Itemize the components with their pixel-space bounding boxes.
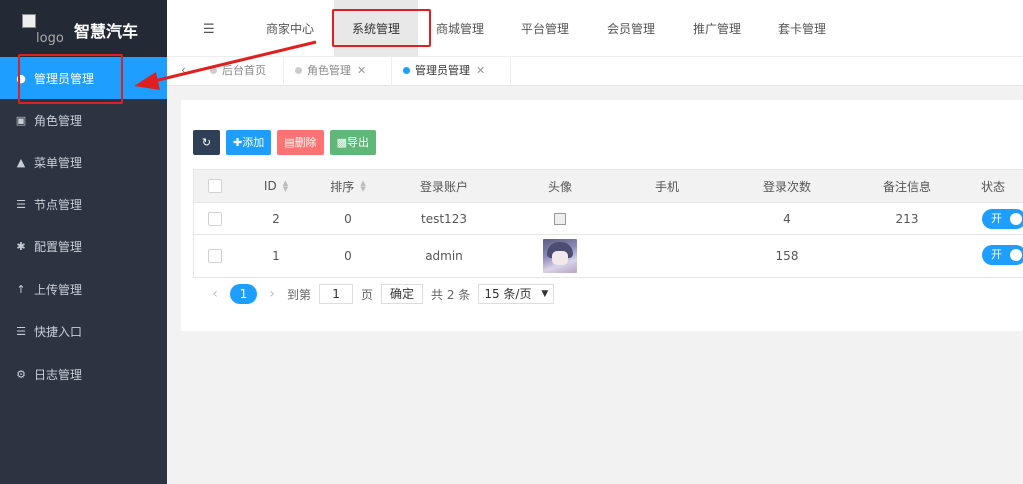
annotation-arrow: [134, 40, 317, 90]
